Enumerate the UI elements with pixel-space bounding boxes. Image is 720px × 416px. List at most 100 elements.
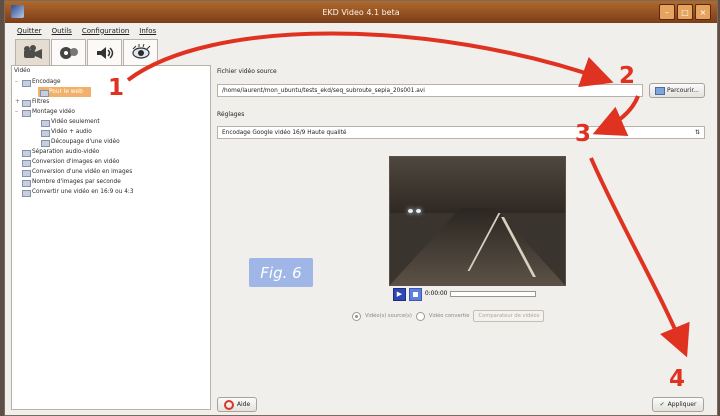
- eye-icon: [131, 43, 150, 59]
- compare-videos-button[interactable]: Comparateur de vidéos: [473, 310, 545, 322]
- menu-tools[interactable]: Outils: [52, 27, 72, 35]
- help-button[interactable]: Aide: [217, 397, 257, 412]
- video-preview: [389, 156, 566, 286]
- sidebar-item-separation[interactable]: Séparation audio-vidéo: [12, 147, 210, 157]
- main-panel: Fichier vidéo source /home/laurent/mon_u…: [217, 65, 705, 412]
- menu-configuration[interactable]: Configuration: [82, 27, 129, 35]
- sidebar-item-video-audio[interactable]: Vidéo + audio: [12, 127, 210, 137]
- radio-source-label: Vidéo(s) source(s): [365, 313, 412, 319]
- window-controls: – □ ×: [659, 4, 711, 20]
- collapse-icon[interactable]: –: [15, 77, 18, 87]
- collapse-icon[interactable]: –: [15, 107, 18, 117]
- sidebar-item-label: Montage vidéo: [32, 109, 75, 115]
- headlight-right: [416, 209, 421, 213]
- radio-converted-video[interactable]: [415, 311, 425, 321]
- browse-button-label: Parcourir...: [667, 87, 699, 94]
- video-sky: [390, 157, 565, 214]
- sidebar-item-label: Encodage: [32, 79, 61, 85]
- folder-icon: [22, 80, 31, 87]
- minimize-button[interactable]: –: [659, 4, 675, 20]
- folder-icon: [655, 86, 666, 95]
- sidebar-item-label: Découpage d'une vidéo: [51, 139, 120, 145]
- select-arrow-icon: ⇅: [694, 129, 700, 136]
- menu-quit[interactable]: Quitter: [17, 27, 42, 35]
- video-camera-icon: [23, 44, 42, 59]
- sidebar-title: Vidéo: [14, 68, 31, 74]
- folder-icon: [22, 100, 31, 107]
- figure-label: Fig. 6: [249, 258, 313, 287]
- sidebar-item-decoupage[interactable]: Découpage d'une vidéo: [12, 137, 210, 147]
- expand-icon[interactable]: +: [15, 97, 20, 107]
- folder-icon: [41, 140, 50, 147]
- time-display: 0:00:00: [425, 291, 448, 297]
- title-bar: EKD Video 4.1 beta – □ ×: [5, 1, 717, 23]
- sidebar-item-label: Pour le web: [49, 89, 83, 95]
- browse-button[interactable]: Parcourir...: [649, 83, 705, 98]
- sidebar-item-video-images[interactable]: Conversion d'une vidéo en images: [12, 167, 210, 177]
- sidebar-item-video-seulement[interactable]: Vidéo seulement: [12, 117, 210, 127]
- image-tab[interactable]: [123, 39, 158, 66]
- play-icon: ▶: [396, 290, 403, 298]
- video-road: [390, 208, 565, 285]
- help-icon: [223, 399, 234, 410]
- annotation-2: 2: [619, 63, 636, 89]
- settings-label: Réglages: [217, 111, 245, 118]
- checkmark-icon: ✔: [659, 401, 665, 408]
- sidebar-item-label: Vidéo seulement: [51, 119, 100, 125]
- speaker-icon: [96, 46, 113, 59]
- view-mode-row: Vidéo(s) source(s) Vidéo convertie Compa…: [352, 310, 545, 322]
- folder-icon: [41, 120, 50, 127]
- sidebar-item-label: Nombre d'images par seconde: [32, 179, 121, 185]
- folder-icon: [22, 160, 31, 167]
- apply-button[interactable]: ✔ Appliquer: [652, 397, 704, 412]
- source-file-label: Fichier vidéo source: [217, 68, 277, 75]
- encoding-select-value: Encodage Google vidéo 16/9 Haute qualité: [222, 130, 347, 136]
- video-tab[interactable]: [15, 39, 50, 66]
- sidebar-item-label: Conversion d'une vidéo en images: [32, 169, 133, 175]
- annotation-4: 4: [669, 366, 686, 392]
- source-file-field[interactable]: /home/laurent/mon_ubuntu/tests_ekd/seq_s…: [217, 84, 643, 97]
- app-icon: [11, 5, 24, 18]
- toolbar: [15, 39, 158, 66]
- folder-icon: [41, 130, 50, 137]
- film-reel-icon: [59, 46, 78, 59]
- sidebar-item-label: Convertir une vidéo en 16:9 ou 4:3: [32, 189, 134, 195]
- folder-icon: [22, 150, 31, 157]
- annotation-1: 1: [108, 75, 125, 101]
- app-window: EKD Video 4.1 beta – □ × Quitter Outils …: [4, 0, 718, 416]
- sidebar-item-ratio[interactable]: Convertir une vidéo en 16:9 ou 4:3: [12, 187, 210, 197]
- timeline-slider[interactable]: [450, 291, 537, 297]
- stop-button[interactable]: [409, 287, 422, 301]
- folder-icon: [40, 90, 49, 97]
- sidebar-item-label: Séparation audio-vidéo: [32, 149, 100, 155]
- sidebar-item-pour-le-web[interactable]: Pour le web: [38, 87, 91, 97]
- maximize-button[interactable]: □: [677, 4, 693, 20]
- radio-source-videos[interactable]: [352, 311, 361, 321]
- film-reel-tab[interactable]: [51, 39, 86, 66]
- sidebar-item-label: Conversion d'images en vidéo: [32, 159, 120, 165]
- headlight-left: [408, 209, 413, 213]
- play-button[interactable]: ▶: [393, 287, 406, 301]
- folder-icon: [22, 170, 31, 177]
- audio-tab[interactable]: [87, 39, 122, 66]
- close-button[interactable]: ×: [695, 4, 711, 20]
- folder-icon: [22, 110, 31, 117]
- sidebar-item-fps[interactable]: Nombre d'images par seconde: [12, 177, 210, 187]
- sidebar: Vidéo – Encodage Pour le web + Filtres –…: [11, 65, 211, 410]
- radio-converted-label: Vidéo convertie: [428, 313, 470, 319]
- compare-videos-label: Comparateur de vidéos: [478, 313, 540, 319]
- folder-icon: [22, 190, 31, 197]
- sidebar-item-label: Filtres: [32, 99, 50, 105]
- sidebar-item-images-video[interactable]: Conversion d'images en vidéo: [12, 157, 210, 167]
- window-title: EKD Video 4.1 beta: [322, 7, 400, 17]
- player-controls: ▶ 0:00:00: [393, 287, 537, 301]
- sidebar-item-label: Vidéo + audio: [51, 129, 92, 135]
- help-button-label: Aide: [236, 401, 251, 408]
- menu-info[interactable]: Infos: [139, 27, 156, 35]
- encoding-select[interactable]: Encodage Google vidéo 16/9 Haute qualité…: [217, 126, 705, 139]
- menu-bar: Quitter Outils Configuration Infos: [5, 23, 717, 38]
- apply-button-label: Appliquer: [667, 401, 697, 408]
- sidebar-item-montage-video[interactable]: – Montage vidéo: [12, 107, 210, 117]
- annotation-3: 3: [575, 121, 592, 147]
- folder-icon: [22, 180, 31, 187]
